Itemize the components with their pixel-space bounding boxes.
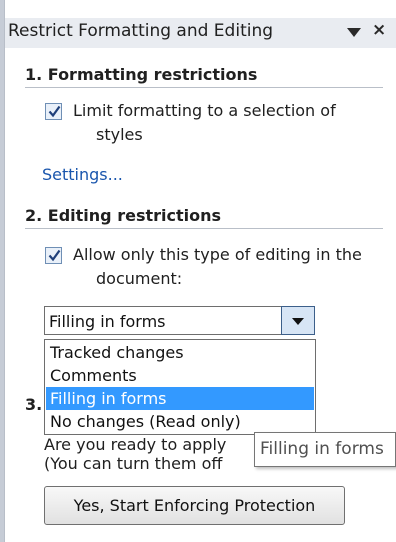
combobox-value: Filling in forms bbox=[49, 312, 166, 331]
start-enforcing-protection-button[interactable]: Yes, Start Enforcing Protection bbox=[44, 486, 345, 525]
enforcement-note: (You can turn them off bbox=[44, 454, 223, 473]
limit-formatting-label-line2: styles bbox=[96, 125, 143, 144]
option-tooltip: Filling in forms bbox=[254, 432, 396, 467]
close-icon[interactable]: × bbox=[372, 20, 386, 40]
pane-title: Restrict Formatting and Editing bbox=[8, 21, 274, 41]
chevron-down-icon bbox=[292, 318, 304, 325]
allow-editing-checkbox[interactable] bbox=[45, 247, 62, 264]
checkmark-icon bbox=[48, 249, 61, 262]
triangle-down-icon[interactable] bbox=[347, 28, 361, 37]
limit-formatting-checkbox[interactable] bbox=[45, 103, 62, 120]
enforcement-heading-number: 3. bbox=[25, 395, 43, 414]
editing-type-combobox[interactable]: Filling in forms bbox=[44, 306, 315, 335]
editing-restrictions-heading: 2. Editing restrictions bbox=[25, 206, 222, 225]
section-divider bbox=[25, 87, 383, 88]
settings-link[interactable]: Settings... bbox=[42, 165, 123, 184]
checkmark-icon bbox=[48, 105, 61, 118]
limit-formatting-label-line1: Limit formatting to a selection of bbox=[73, 101, 336, 120]
editing-type-dropdown-list: Tracked changes Comments Filling in form… bbox=[44, 339, 316, 435]
formatting-restrictions-heading: 1. Formatting restrictions bbox=[25, 65, 258, 84]
enforcement-question: Are you ready to apply bbox=[44, 435, 227, 454]
option-tracked-changes[interactable]: Tracked changes bbox=[46, 341, 314, 364]
option-no-changes[interactable]: No changes (Read only) bbox=[46, 410, 314, 433]
combobox-dropdown-button[interactable] bbox=[281, 306, 315, 335]
option-filling-in-forms[interactable]: Filling in forms bbox=[46, 387, 314, 410]
allow-editing-label-line1: Allow only this type of editing in the bbox=[73, 245, 362, 264]
option-comments[interactable]: Comments bbox=[46, 364, 314, 387]
allow-editing-label-line2: document: bbox=[96, 269, 183, 288]
section-divider bbox=[25, 228, 383, 229]
